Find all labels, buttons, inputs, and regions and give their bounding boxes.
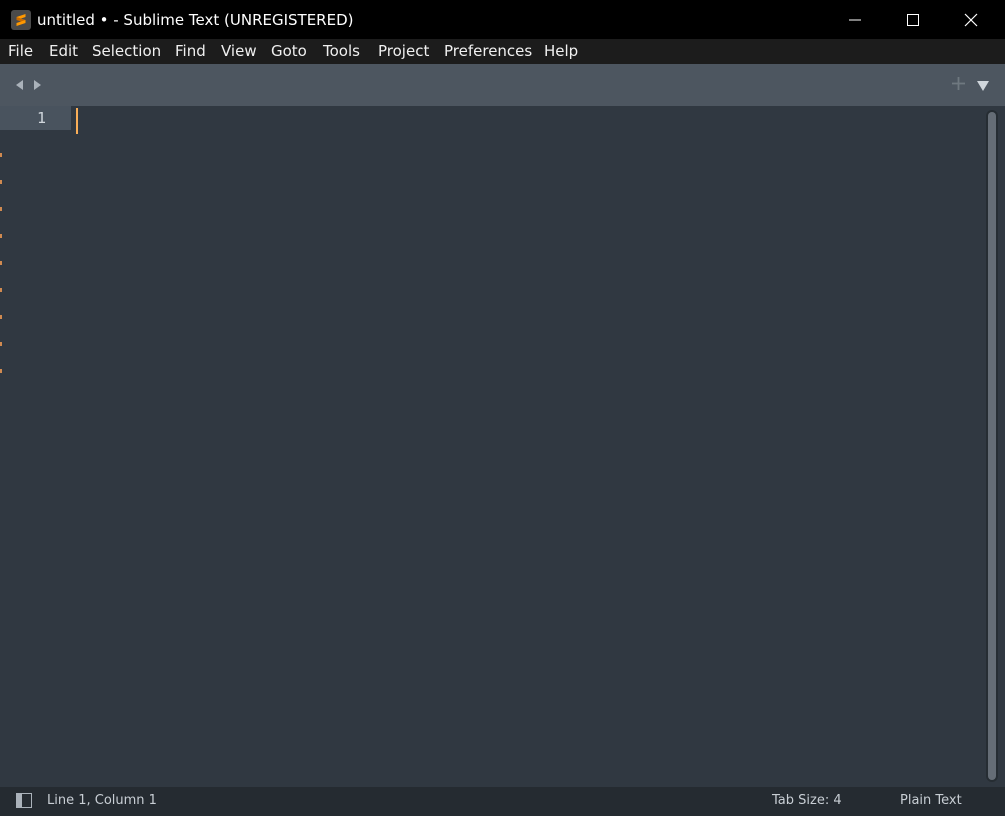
tab-size-selector[interactable]: Tab Size: 4	[772, 792, 842, 810]
line-number: 1	[36, 109, 46, 127]
sidebar-toggle-button[interactable]	[16, 793, 32, 808]
triangle-down-icon	[977, 81, 989, 91]
menu-selection[interactable]: Selection	[92, 42, 161, 61]
menu-bar: File Edit Selection Find View Goto Tools…	[0, 39, 1005, 64]
new-tab-button[interactable]	[951, 76, 966, 95]
maximize-icon	[907, 14, 919, 26]
tab-next-button[interactable]	[30, 78, 44, 92]
tab-strip	[0, 64, 1005, 106]
menu-view[interactable]: View	[221, 42, 257, 61]
chevron-right-icon	[34, 80, 41, 90]
menu-find[interactable]: Find	[175, 42, 206, 61]
menu-goto[interactable]: Goto	[271, 42, 307, 61]
tab-prev-button[interactable]	[13, 78, 27, 92]
close-icon	[964, 13, 978, 27]
window-title: untitled • - Sublime Text (UNREGISTERED)	[37, 11, 354, 29]
sidebar-toggle-icon	[16, 793, 32, 808]
tab-list-button[interactable]	[976, 77, 990, 96]
minimize-icon	[849, 19, 861, 21]
maximize-button[interactable]	[884, 0, 942, 39]
window-edge-marks	[0, 106, 2, 376]
chevron-left-icon	[16, 80, 23, 90]
menu-file[interactable]: File	[8, 42, 33, 61]
menu-project[interactable]: Project	[378, 42, 429, 61]
status-bar: Line 1, Column 1 Tab Size: 4 Plain Text	[0, 787, 1005, 816]
vertical-scrollbar-thumb[interactable]	[988, 112, 996, 780]
minimize-button[interactable]	[826, 0, 884, 39]
close-button[interactable]	[942, 0, 1000, 39]
syntax-selector[interactable]: Plain Text	[900, 792, 962, 810]
menu-help[interactable]: Help	[544, 42, 578, 61]
sublime-text-window: untitled • - Sublime Text (UNREGISTERED)…	[0, 0, 1005, 816]
menu-edit[interactable]: Edit	[49, 42, 78, 61]
menu-tools[interactable]: Tools	[323, 42, 360, 61]
gutter-current-line: 1	[0, 106, 71, 130]
editor-area[interactable]: 1	[0, 106, 1005, 787]
menu-preferences[interactable]: Preferences	[444, 42, 532, 61]
cursor-position: Line 1, Column 1	[47, 793, 157, 808]
sublime-text-logo-icon	[11, 10, 31, 30]
title-bar: untitled • - Sublime Text (UNREGISTERED)	[0, 0, 1005, 39]
plus-icon	[952, 77, 965, 90]
text-caret	[76, 108, 78, 134]
